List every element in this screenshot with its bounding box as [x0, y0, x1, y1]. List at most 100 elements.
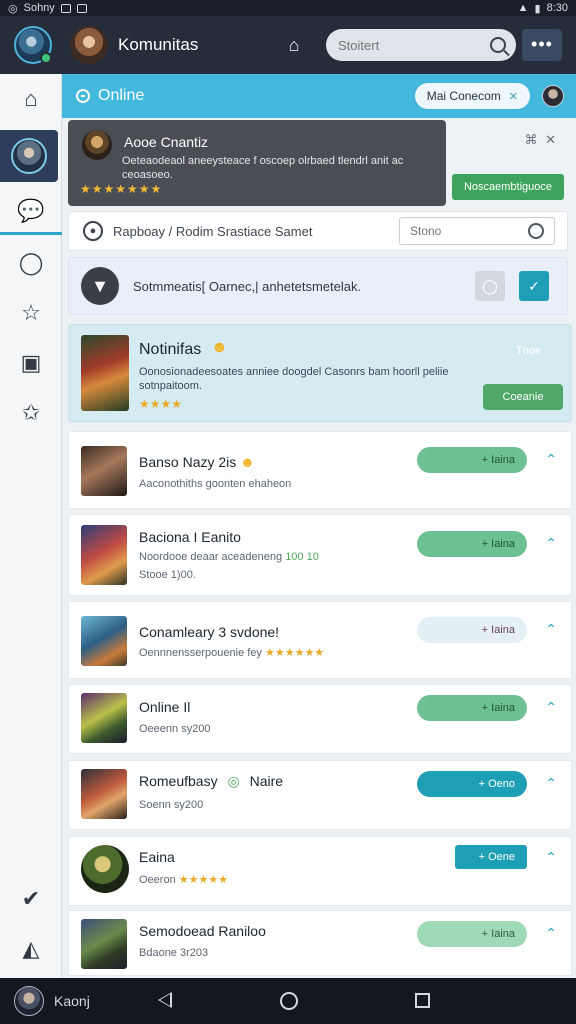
list-item[interactable]: Eaina Oeeron ★★★★★ + Oene ⌃ — [68, 836, 572, 906]
notice-card[interactable]: Aooe Cnantiz Oeteaodeaol aneeysteace f o… — [68, 120, 446, 206]
featured-card[interactable]: Notinifas ☻ Oonosionadeesoates anniee do… — [68, 324, 572, 422]
window-icon: ▣ — [20, 350, 42, 375]
chat-bubble-icon: 💬 — [17, 198, 45, 223]
list-item[interactable]: Semodoead Raniloo Bdaone 3r203 + Iaina ⌃ — [68, 910, 572, 976]
sidebar-item-friends[interactable]: ◯ — [0, 238, 62, 288]
game-thumbnail — [81, 769, 127, 819]
item-rating: ★★★★★ — [178, 874, 229, 886]
avatar — [82, 130, 112, 160]
status-card: ▼ Sotmmeatis[ Oarnec,| anhetetsmetelak. … — [68, 257, 568, 315]
featured-action-button[interactable]: Coeanie — [483, 384, 563, 410]
list-item[interactable]: Online Il Oeeenn sy200 + Iaina ⌃ — [68, 684, 572, 754]
gamepad-icon: ▼ — [81, 267, 119, 305]
search-icon[interactable] — [490, 37, 506, 53]
online-label: Online — [98, 87, 145, 104]
list-item[interactable]: Banso Nazy 2is ☻ Aaconothiths goonten eh… — [68, 431, 572, 509]
game-thumbnail — [81, 616, 127, 666]
search-input[interactable] — [338, 37, 478, 53]
sidebar-item-window[interactable]: ▣ — [0, 338, 62, 388]
system-nav-bar: Kaonj — [0, 978, 576, 1024]
sidebar-item-profile[interactable] — [0, 130, 58, 182]
sidebar-item-check[interactable]: ✔ — [0, 874, 62, 924]
featured-title: Notinifas — [139, 341, 202, 358]
notice-options-icon[interactable]: ⌘ ✕ — [524, 132, 558, 148]
list-item[interactable]: Conamleary 3 svdone! Oennnensserpouenie … — [68, 601, 572, 679]
game-thumbnail — [81, 919, 127, 969]
item-title: Eaina — [139, 849, 175, 865]
item-subtitle: Oeeron ★★★★★ — [139, 873, 228, 886]
image-icon — [76, 3, 87, 13]
active-indicator — [0, 232, 62, 235]
featured-rating: ★★★★ — [139, 397, 183, 411]
item-title-extra: Naire — [249, 773, 284, 789]
item-subtitle: Oeeenn sy200 — [139, 723, 211, 735]
join-button[interactable]: + Iaina — [417, 921, 527, 947]
sidebar-item-chat[interactable]: 💬 — [0, 186, 62, 236]
item-subtitle: Soenn sy200 — [139, 799, 204, 811]
game-thumbnail — [81, 845, 129, 893]
join-button[interactable]: + Oene — [455, 845, 527, 869]
profile-avatar[interactable] — [14, 26, 52, 64]
sidebar-item-inbox[interactable]: ◭ — [0, 924, 62, 974]
join-button[interactable]: + Iaina — [417, 531, 527, 557]
user-icon: ◯ — [18, 250, 44, 275]
page-title: Komunitas — [118, 35, 199, 54]
link-button[interactable]: ◯ — [475, 271, 505, 301]
chevron-up-icon[interactable]: ⌃ — [545, 451, 557, 468]
connect-button[interactable]: Mai Conecom ✕ — [414, 83, 530, 109]
avatar[interactable] — [14, 986, 44, 1016]
wifi-icon: ▲ — [517, 2, 529, 14]
chevron-up-icon[interactable]: ⌃ — [545, 925, 557, 942]
home-button-icon[interactable] — [280, 992, 298, 1010]
online-bar: Online Mai Conecom ✕ — [62, 74, 576, 118]
confirm-button[interactable]: ✓ — [519, 271, 549, 301]
connect-button-label: Mai Conecom — [426, 89, 501, 103]
item-title-text: Banso Nazy 2is — [139, 454, 237, 470]
join-button[interactable]: + Iaina — [417, 695, 527, 721]
more-button[interactable]: ••• — [522, 29, 562, 61]
item-title: Semodoead Raniloo — [139, 923, 266, 939]
item-title: Online Il — [139, 699, 191, 715]
refresh-icon[interactable] — [528, 223, 544, 239]
featured-description: Oonosionadeesoates anniee doogdel Casonr… — [139, 366, 449, 392]
join-button[interactable]: + Iaina — [417, 617, 527, 643]
notice-title: Aooe Cnantiz — [124, 134, 209, 150]
item-meta: Stooe 1)00. — [139, 569, 196, 581]
avatar — [11, 138, 47, 174]
filter-input[interactable] — [410, 224, 520, 238]
star-icon: ☆ — [21, 300, 41, 325]
item-title: Banso Nazy 2is ☻ — [139, 454, 255, 470]
sidebar-item-achievements[interactable]: ✩ — [0, 388, 62, 438]
sidebar-item-favorites[interactable]: ☆ — [0, 288, 62, 338]
notice-action-button[interactable]: Noscaembtiguoce — [451, 174, 564, 200]
chevron-up-icon[interactable]: ⌃ — [545, 621, 557, 638]
item-subtitle: Bdaone 3r203 — [139, 947, 209, 959]
recent-apps-icon[interactable] — [415, 993, 430, 1008]
star-outline-icon: ✩ — [21, 400, 41, 425]
home-icon: ⌂ — [24, 86, 38, 111]
community-avatar[interactable] — [70, 26, 108, 64]
game-thumbnail — [81, 446, 127, 496]
smile-emoji-icon: ☻ — [211, 339, 228, 356]
featured-tag: Tnoe — [515, 345, 541, 357]
item-subtitle-text: Oennnensserpouenie fey — [139, 647, 262, 659]
chevron-up-icon[interactable]: ⌃ — [545, 535, 557, 552]
status-time: 8:30 — [546, 2, 568, 14]
search-bar[interactable] — [326, 29, 516, 61]
user-avatar[interactable] — [542, 85, 564, 107]
online-status-icon — [76, 89, 90, 103]
chevron-up-icon[interactable]: ⌃ — [545, 699, 557, 716]
status-app-name: Sohny — [23, 2, 55, 14]
list-item[interactable]: Romeufbasy ◎ Naire Soenn sy200 + Oeno ⌃ — [68, 760, 572, 830]
join-button[interactable]: + Oeno — [417, 771, 527, 797]
chevron-up-icon[interactable]: ⌃ — [545, 849, 557, 866]
breadcrumb-text[interactable]: Rapboay / Rodim Srastiace Samet — [113, 224, 312, 239]
list-item[interactable]: Baciona I Eanito Noordooe deaar aceadene… — [68, 514, 572, 596]
join-button[interactable]: + Iaina — [417, 447, 527, 473]
chevron-up-icon[interactable]: ⌃ — [545, 775, 557, 792]
filter-search[interactable] — [399, 217, 555, 245]
home-icon[interactable]: ⌂ — [284, 35, 304, 55]
back-icon[interactable] — [158, 992, 172, 1008]
close-icon[interactable]: ✕ — [509, 90, 518, 103]
sidebar-item-home[interactable]: ⌂ — [0, 74, 62, 124]
